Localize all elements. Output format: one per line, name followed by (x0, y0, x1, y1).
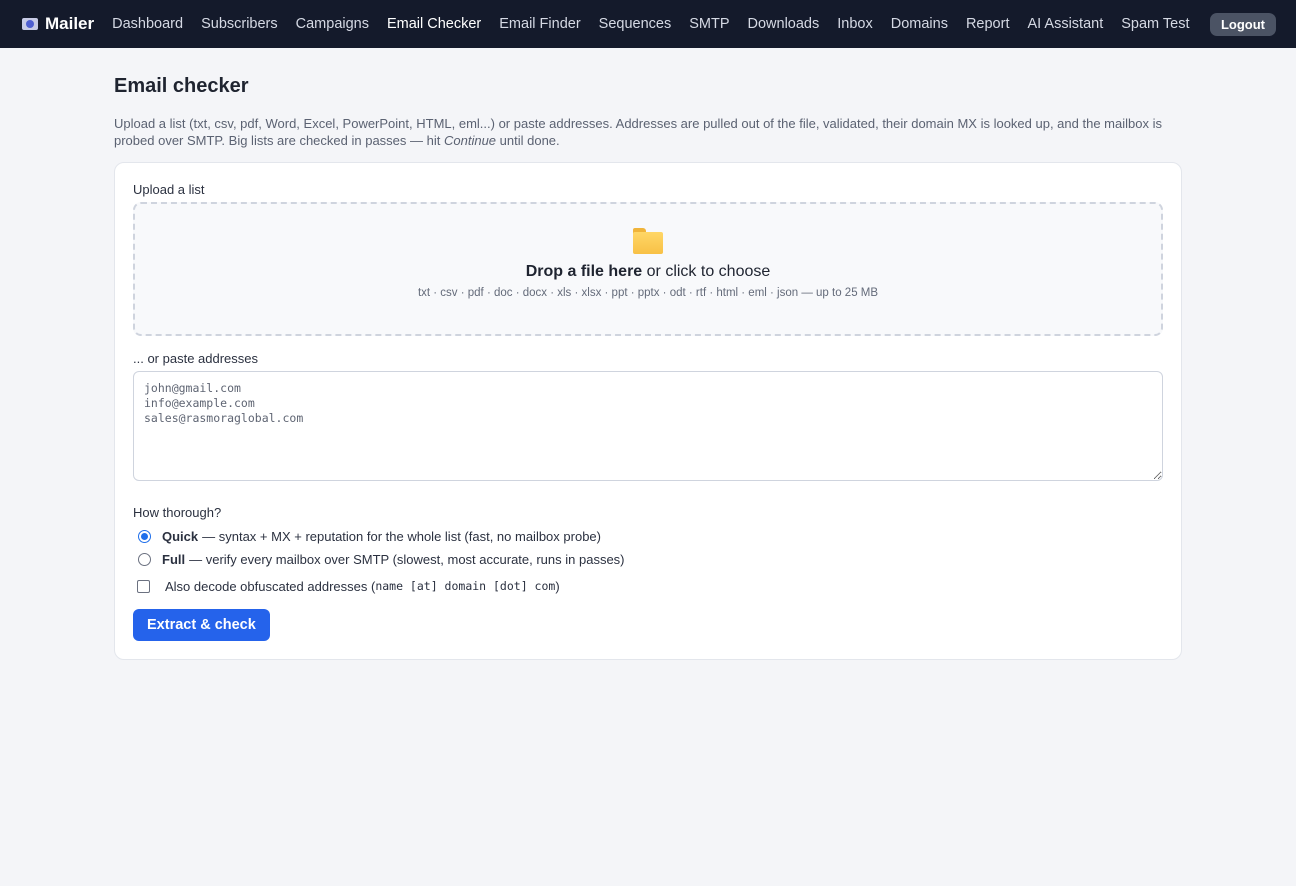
page-description-emphasis: Continue (443, 133, 497, 148)
checker-form-card: Upload a list Drop a file here or click … (114, 162, 1182, 660)
nav-link-smtp[interactable]: SMTP (689, 16, 729, 32)
logout-button[interactable]: Logout (1209, 12, 1276, 36)
file-dropzone[interactable]: Drop a file here or click to choose txt … (133, 202, 1163, 336)
dropzone-title-bold: Drop a file here (525, 263, 643, 280)
radio-full-name: Full (162, 552, 186, 567)
nav-link-report[interactable]: Report (966, 16, 1010, 32)
dropzone-formats: txt · csv · pdf · doc · docx · xls · xls… (417, 287, 879, 299)
brand-name: Mailer (45, 14, 95, 33)
mailer-logo-icon (22, 18, 38, 30)
paste-label: ... or paste addresses (133, 351, 259, 366)
radio-quick-desc: — syntax + MX + reputation for the whole… (202, 529, 601, 544)
decode-obfuscated-checkbox[interactable] (137, 579, 150, 593)
extract-and-check-button[interactable]: Extract & check (133, 609, 270, 641)
radio-full-desc: — verify every mailbox over SMTP (slowes… (189, 552, 625, 567)
nav-link-downloads[interactable]: Downloads (748, 16, 820, 32)
dropzone-title-rest: or click to choose (642, 263, 771, 280)
nav-link-campaigns[interactable]: Campaigns (296, 16, 369, 32)
nav-link-email-finder[interactable]: Email Finder (499, 16, 580, 32)
page-description-main: Upload a list (txt, csv, pdf, Word, Exce… (114, 116, 1162, 148)
nav-link-ai-assistant[interactable]: AI Assistant (1027, 16, 1103, 32)
radio-quick-name: Quick (162, 529, 199, 544)
nav-links: Dashboard Subscribers Campaigns Email Ch… (112, 16, 1210, 32)
radio-option-quick[interactable]: Quick — syntax + MX + reputation for the… (133, 525, 1163, 548)
page-title: Email checker (114, 75, 249, 97)
decode-obfuscated-option[interactable]: Also decode obfuscated addresses (name [… (133, 578, 1163, 594)
page-description: Upload a list (txt, csv, pdf, Word, Exce… (114, 115, 1182, 149)
decode-obfuscated-close: ) (555, 578, 560, 594)
nav-link-domains[interactable]: Domains (891, 16, 948, 32)
nav-link-spam-test[interactable]: Spam Test (1121, 16, 1189, 32)
brand-logo[interactable]: Mailer (22, 14, 94, 34)
paste-addresses-textarea[interactable] (133, 371, 1163, 481)
radio-option-full[interactable]: Full — verify every mailbox over SMTP (s… (133, 548, 1163, 571)
dropzone-title: Drop a file here or click to choose (526, 263, 771, 281)
radio-quick[interactable] (138, 530, 151, 543)
page-description-tail: until done. (496, 133, 560, 148)
nav-link-subscribers[interactable]: Subscribers (201, 16, 278, 32)
top-navbar: Mailer Dashboard Subscribers Campaigns E… (0, 0, 1296, 48)
nav-link-email-checker[interactable]: Email Checker (387, 16, 481, 32)
nav-link-sequences[interactable]: Sequences (599, 16, 672, 32)
radio-full[interactable] (138, 553, 151, 566)
folder-icon (633, 228, 663, 254)
nav-link-inbox[interactable]: Inbox (837, 16, 872, 32)
decode-obfuscated-example: name [at] domain [dot] com (375, 579, 556, 593)
upload-label: Upload a list (133, 182, 205, 197)
decode-obfuscated-label: Also decode obfuscated addresses ( (165, 578, 376, 594)
thoroughness-label: How thorough? (133, 505, 222, 520)
main-content: Email checker Upload a list (txt, csv, p… (114, 48, 1182, 660)
nav-link-dashboard[interactable]: Dashboard (112, 16, 183, 32)
